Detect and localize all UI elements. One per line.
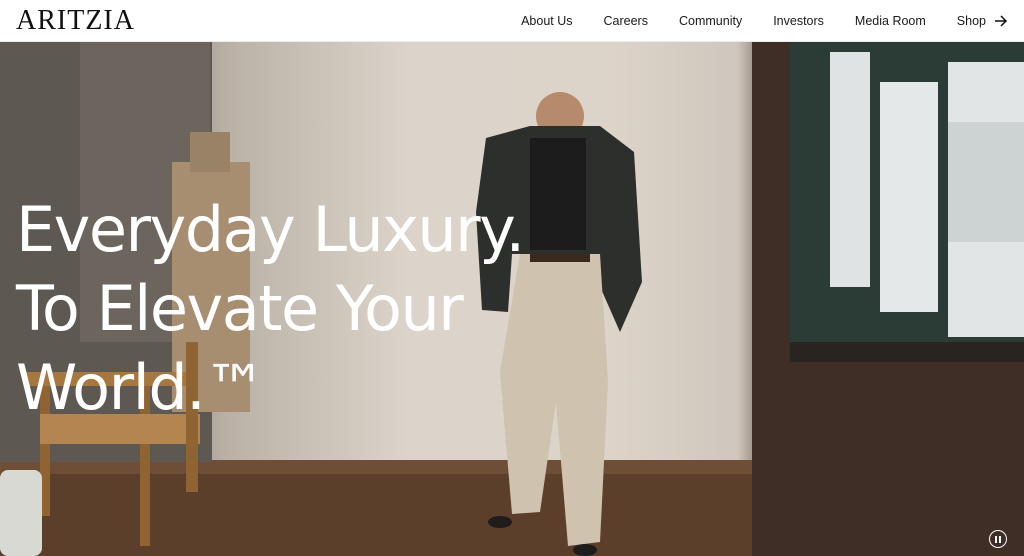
nav-investors-link[interactable]: Investors [773, 14, 824, 28]
pause-icon [994, 535, 1002, 543]
nav-shop-link[interactable]: Shop [957, 14, 1008, 28]
hero-headline-line-1: Everyday Luxury. [16, 193, 525, 266]
nav-community-link[interactable]: Community [679, 14, 742, 28]
nav-media-room-link[interactable]: Media Room [855, 14, 926, 28]
site-header: ARITZIA About Us Careers Community Inves… [0, 0, 1024, 42]
nav-careers-link[interactable]: Careers [604, 14, 648, 28]
arrow-right-icon [994, 14, 1008, 27]
main-nav: About Us Careers Community Investors Med… [521, 0, 1008, 42]
video-pause-button[interactable] [989, 530, 1007, 548]
nav-shop-label: Shop [956, 13, 986, 28]
hero-headline-line-3: World.™ [16, 351, 266, 424]
hero-video: Everyday Luxury. To Elevate Your World.™ [0, 42, 1024, 556]
brand-logo[interactable]: ARITZIA [16, 7, 135, 35]
hero-headline-line-2: To Elevate Your [16, 272, 464, 345]
hero-headline: Everyday Luxury. To Elevate Your World.™ [16, 190, 525, 427]
nav-about-us-link[interactable]: About Us [521, 14, 572, 28]
